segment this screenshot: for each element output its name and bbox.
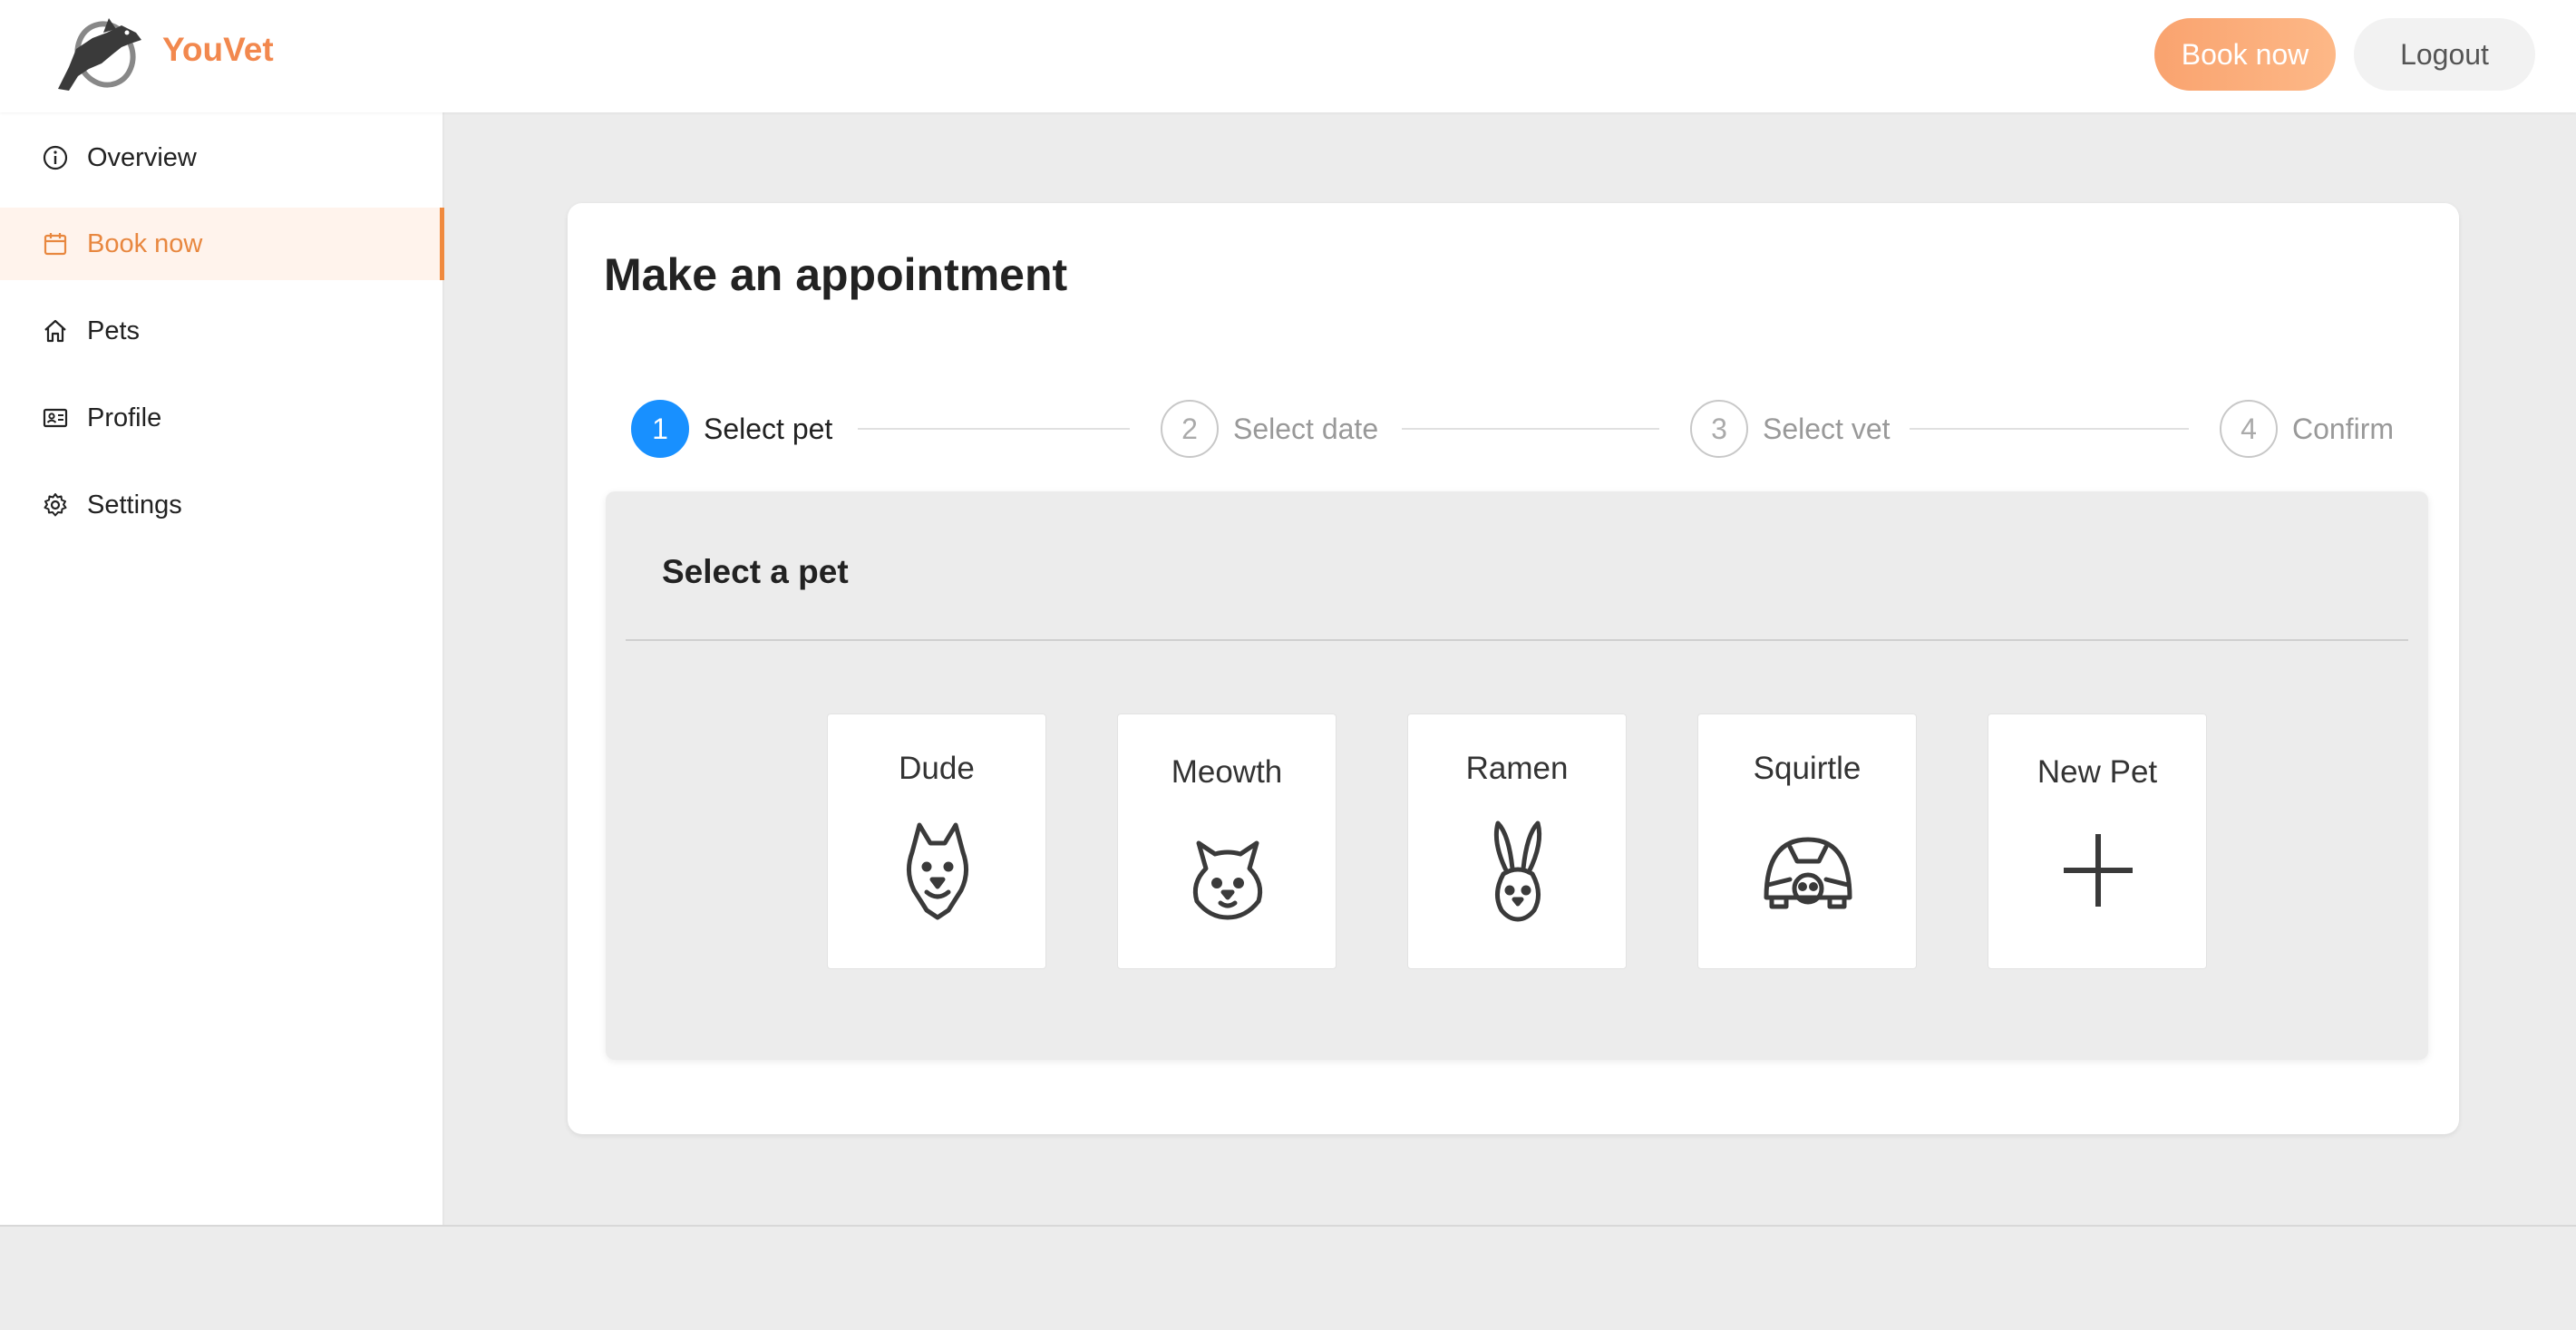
step-confirm[interactable]: 4 Confirm (2220, 399, 2394, 459)
step-number: 3 (1690, 400, 1748, 458)
sidebar-item-profile[interactable]: Profile (0, 382, 444, 454)
step-select-date[interactable]: 2 Select date (1161, 399, 1378, 459)
top-header: YouVet Book now Logout (0, 0, 2576, 112)
step-select-pet[interactable]: 1 Select pet (631, 399, 832, 459)
new-pet-card[interactable]: New Pet (1988, 714, 2207, 969)
sidebar-item-label: Settings (87, 490, 182, 519)
dog-icon (907, 822, 968, 920)
step-label: Select date (1233, 412, 1379, 445)
pet-name: New Pet (2036, 754, 2158, 790)
select-pet-panel: Select a pet Dude Meowth Ramen Squirtle … (606, 491, 2428, 1060)
id-card-icon (43, 408, 68, 428)
sidebar-item-label: Profile (87, 403, 162, 432)
dog-logo-icon (58, 18, 141, 91)
step-connector (1910, 428, 2189, 430)
footer (0, 1225, 2576, 1330)
pet-name: Meowth (1171, 754, 1283, 790)
gear-icon (44, 493, 67, 517)
page-title: Make an appointment (604, 249, 1068, 300)
step-label: Confirm (2292, 412, 2395, 445)
plus-icon (2064, 834, 2133, 907)
book-now-button[interactable]: Book now (2154, 18, 2336, 91)
pet-card-ramen[interactable]: Ramen (1407, 714, 1627, 969)
sidebar-item-overview[interactable]: Overview (0, 121, 444, 194)
sidebar-item-settings[interactable]: Settings (0, 469, 444, 541)
pet-card-squirtle[interactable]: Squirtle (1697, 714, 1917, 969)
logout-button[interactable]: Logout (2354, 18, 2535, 91)
brand-name: YouVet (162, 31, 274, 68)
step-number: 4 (2220, 400, 2278, 458)
step-connector (858, 428, 1130, 430)
info-circle-icon (43, 145, 68, 170)
step-select-vet[interactable]: 3 Select vet (1690, 399, 1891, 459)
sidebar-item-pets[interactable]: Pets (0, 295, 444, 367)
pet-card-meowth[interactable]: Meowth (1117, 714, 1337, 969)
steps-progress: 1 Select pet 2 Select date 3 Select vet … (631, 399, 2399, 459)
sidebar-item-label: Book now (87, 228, 203, 258)
step-label: Select vet (1763, 412, 1891, 445)
step-number: 2 (1161, 400, 1219, 458)
turtle-icon (1764, 837, 1852, 909)
home-icon (44, 319, 66, 343)
cat-icon (1192, 840, 1263, 920)
pet-name: Squirtle (1753, 751, 1862, 786)
step-number: 1 (631, 400, 689, 458)
divider (626, 639, 2408, 641)
step-connector (1402, 428, 1659, 430)
step-label: Select pet (704, 412, 833, 445)
sidebar-item-label: Overview (87, 142, 197, 172)
panel-title: Select a pet (662, 553, 849, 590)
sidebar-item-book-now[interactable]: Book now (0, 208, 444, 280)
appointment-card: Make an appointment 1 Select pet 2 Selec… (568, 203, 2459, 1134)
sidebar: Overview Book now Pets Profile Settings (0, 112, 444, 1225)
pet-name: Ramen (1465, 751, 1569, 786)
pet-card-dude[interactable]: Dude (827, 714, 1046, 969)
pet-name: Dude (899, 751, 975, 786)
rabbit-icon (1493, 820, 1542, 922)
calendar-icon (44, 233, 67, 256)
sidebar-item-label: Pets (87, 316, 141, 345)
